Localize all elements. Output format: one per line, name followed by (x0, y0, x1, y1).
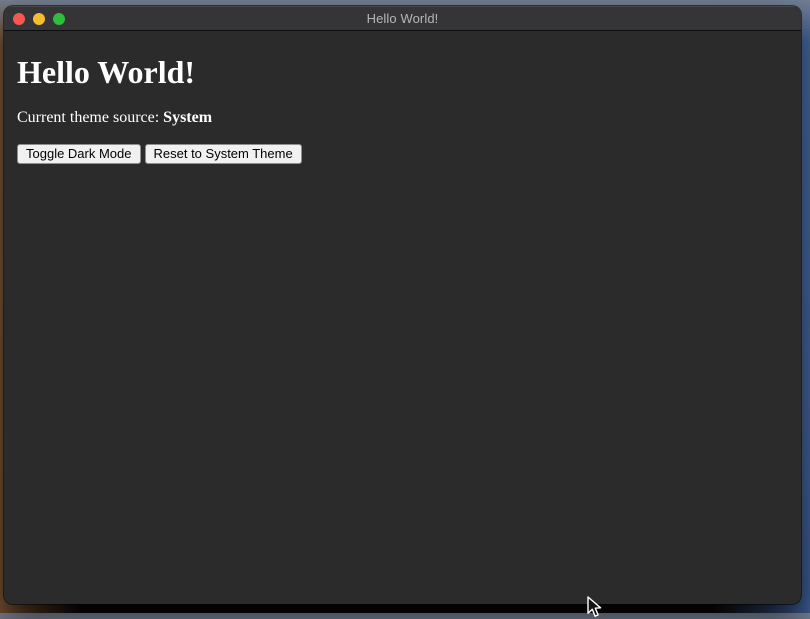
theme-status-label: Current theme source: (17, 109, 163, 126)
window-content: Hello World! Current theme source: Syste… (4, 31, 801, 604)
minimize-button[interactable] (33, 13, 45, 25)
zoom-button[interactable] (53, 13, 65, 25)
window-title: Hello World! (4, 11, 801, 26)
button-row: Toggle Dark ModeReset to System Theme (17, 144, 788, 164)
toggle-dark-mode-button[interactable]: Toggle Dark Mode (17, 144, 141, 164)
theme-status: Current theme source: System (17, 109, 788, 127)
close-button[interactable] (13, 13, 25, 25)
titlebar[interactable]: Hello World! (4, 6, 801, 31)
theme-status-value: System (163, 109, 212, 126)
reset-to-system-theme-button[interactable]: Reset to System Theme (145, 144, 302, 164)
desktop: { "window": { "title": "Hello World!", "… (0, 0, 810, 613)
traffic-lights (13, 7, 65, 30)
page-heading: Hello World! (17, 54, 788, 91)
app-window: Hello World! Hello World! Current theme … (4, 6, 801, 604)
